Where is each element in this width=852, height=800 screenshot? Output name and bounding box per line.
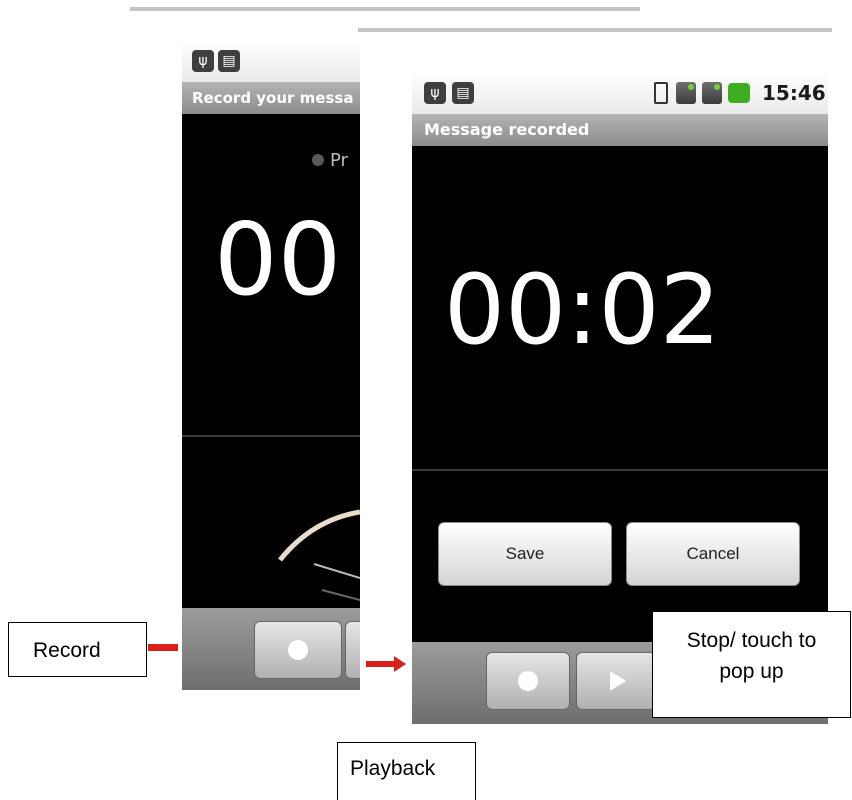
stop-callout-line2: pop up [719,660,784,683]
play-icon [610,671,626,691]
front-timer: 00:02 [444,254,721,366]
playback-arrow-head [394,656,406,672]
record-button[interactable] [486,652,570,710]
status-clock: 15:46 [762,81,826,105]
front-divider [412,469,828,471]
back-status-bar: ψ ▤ [182,40,360,82]
back-timer: 00 [214,201,342,318]
usb-icon: ψ [192,50,214,72]
record-callout: Record [8,622,147,677]
status-dot-icon [312,154,324,166]
back-divider [182,435,360,437]
status-text: Pr [330,150,348,171]
signal-icon [702,82,722,104]
back-control-bar [182,608,360,690]
stop-callout-line1: Stop/ touch to [686,629,817,652]
sim-icon [654,82,668,104]
stop-callout: Stop/ touch to pop up [652,611,851,718]
save-button[interactable]: Save [438,522,612,586]
top-rule-back [130,7,640,11]
playback-callout: Playback [337,742,476,800]
battery-icon [728,83,750,103]
back-record-button[interactable] [254,621,342,679]
recording-status: Pr [312,150,348,171]
back-phone-screen: ψ ▤ Record your messa Pr 00 [182,40,360,690]
record-icon [518,671,538,691]
vu-meter [278,509,360,601]
record-callout-text: Record [33,639,101,662]
record-arrow [148,644,178,651]
back-title-bar: Record your messa [182,82,360,114]
signal-icon [676,82,696,104]
usb-icon: ψ [424,82,446,104]
record-icon [288,640,308,660]
play-button[interactable] [576,652,656,710]
android-icon: ▤ [218,50,240,72]
playback-arrow-shaft [366,661,396,667]
front-title-bar: Message recorded [412,114,828,146]
android-icon: ▤ [452,82,474,104]
cancel-button[interactable]: Cancel [626,522,800,586]
back-next-button[interactable] [345,621,360,679]
top-rule-front [358,28,832,32]
playback-callout-text: Playback [350,757,436,780]
front-status-bar: ψ ▤ 15:46 [412,72,828,114]
